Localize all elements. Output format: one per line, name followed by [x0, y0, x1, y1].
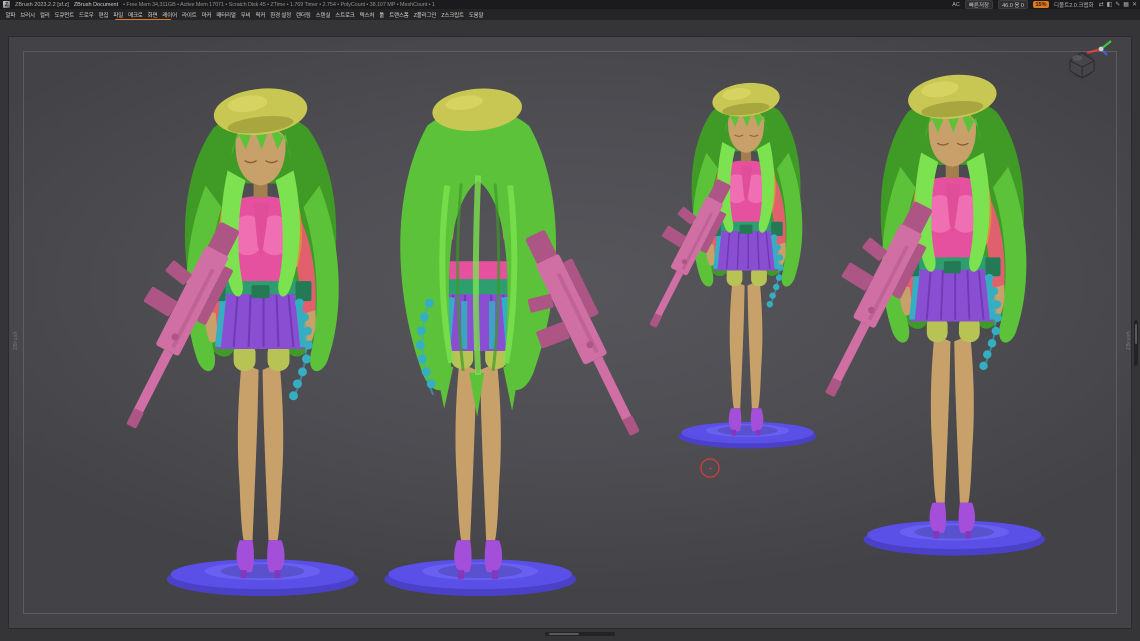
- model-view-front[interactable]: [90, 84, 358, 596]
- sculpt-canvas[interactable]: [8, 36, 1132, 629]
- menu-item[interactable]: 환경 설정: [268, 11, 294, 19]
- material-name: 디폴트2.0.크맵화: [1054, 1, 1094, 9]
- side-watermark-left: ZBrush: [13, 331, 19, 350]
- menu-item[interactable]: 텍스처: [357, 11, 377, 19]
- document-title: ZBrush Document: [74, 2, 118, 8]
- close-icon[interactable]: ✕: [1132, 1, 1137, 8]
- quicksave-button[interactable]: 빠른저장: [965, 0, 993, 9]
- menu-item[interactable]: 알파: [3, 11, 18, 19]
- canvas-hscrollbar[interactable]: [545, 632, 615, 636]
- menu-item[interactable]: 렌더링: [294, 11, 314, 19]
- menu-item[interactable]: 도큐먼트: [52, 11, 76, 19]
- canvas-vscrollbar[interactable]: [1134, 320, 1138, 366]
- palette-icon[interactable]: ◧: [1107, 1, 1113, 8]
- menu-item[interactable]: 편집: [96, 11, 111, 19]
- menu-item[interactable]: 무비: [238, 11, 253, 19]
- menu-item[interactable]: 툴: [377, 11, 387, 19]
- zbrush-logo-icon: Z: [3, 1, 10, 8]
- model-view-back[interactable]: [384, 85, 653, 596]
- status-readout: • Free Mem 34,311GB • Active Mem 17071 •…: [123, 2, 435, 8]
- pencil-icon[interactable]: ✎: [1115, 1, 1120, 8]
- ac-indicator: AC: [952, 2, 960, 8]
- menu-item[interactable]: 매터리얼: [214, 11, 238, 19]
- menu-item[interactable]: 트랜스폼: [387, 11, 411, 19]
- percent-badge: 15%: [1033, 1, 1049, 8]
- menu-item[interactable]: 스트로크: [333, 11, 357, 19]
- axis-gizmo[interactable]: [1087, 41, 1111, 55]
- menu-item[interactable]: 라이트: [180, 11, 200, 19]
- menu-item[interactable]: 화면: [145, 11, 160, 19]
- grid-icon[interactable]: ▦: [1123, 1, 1129, 8]
- canvas-render: [9, 37, 1131, 628]
- menu-item[interactable]: 파일: [111, 11, 126, 19]
- nav-sphere-widget[interactable]: [1069, 52, 1095, 78]
- menu-item[interactable]: 브러시: [18, 11, 38, 19]
- swap-icon[interactable]: ⇄: [1099, 1, 1104, 8]
- model-view-three-quarter-large[interactable]: [791, 71, 1045, 556]
- menu-item[interactable]: Z플러그인: [411, 11, 439, 19]
- model-view-three-quarter-small[interactable]: [623, 80, 816, 449]
- menu-item[interactable]: 도움말: [466, 11, 486, 19]
- workspace: ZBrush ZBrush: [0, 20, 1140, 641]
- menu-item[interactable]: 컬러: [37, 11, 52, 19]
- menu-item[interactable]: Z스크립트: [439, 11, 467, 19]
- counter-readout: 46.0 옹 0: [998, 0, 1028, 9]
- menu-item[interactable]: 드로우: [77, 11, 97, 19]
- menu-item[interactable]: 픽커: [253, 11, 268, 19]
- app-title: ZBrush 2023.2.2 [sf.z]: [15, 2, 69, 8]
- menu-bar: 알파브러시컬러도큐먼트드로우편집파일매크로화면레이어라이트마커매터리얼무비픽커환…: [0, 9, 1140, 20]
- menu-item[interactable]: 매크로: [126, 11, 146, 19]
- menu-item[interactable]: 레이어: [160, 11, 180, 19]
- menu-item[interactable]: 스텐실: [313, 11, 333, 19]
- menu-item[interactable]: 마커: [199, 11, 214, 19]
- title-bar: Z ZBrush 2023.2.2 [sf.z] ZBrush Document…: [0, 0, 1140, 9]
- side-watermark-right: ZBrush: [1126, 331, 1132, 350]
